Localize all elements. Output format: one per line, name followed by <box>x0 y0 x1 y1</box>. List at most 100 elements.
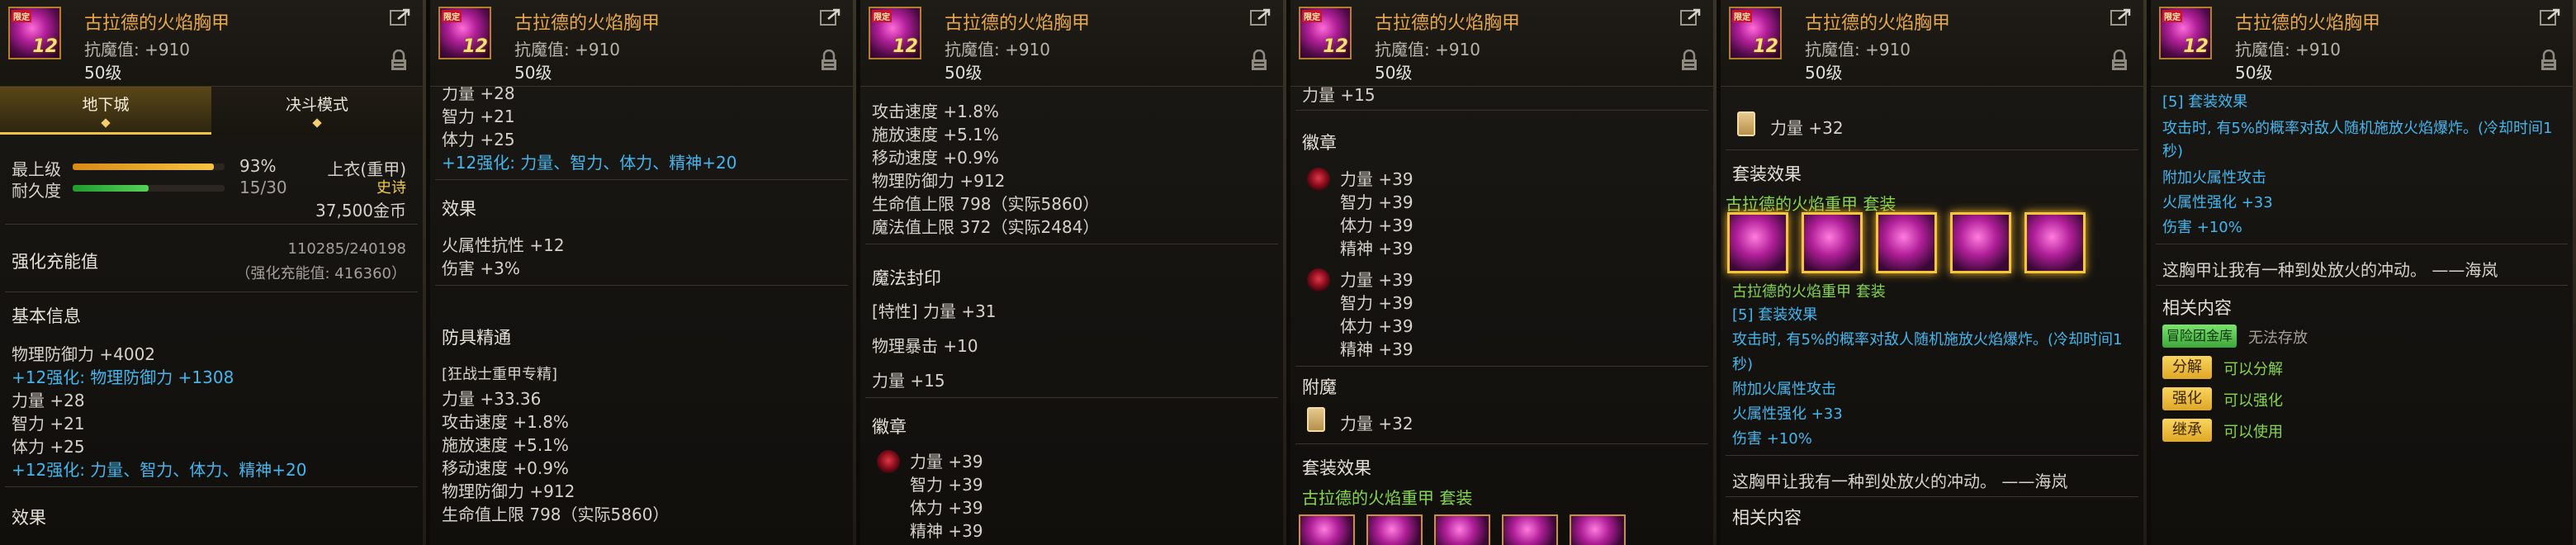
item-resist: 抗魔值: +910 <box>1805 40 1911 59</box>
inherit-button[interactable]: 继承 <box>2162 419 2212 442</box>
item-name: 古拉德的火焰胸甲 <box>1805 13 1951 34</box>
item-level: 50级 <box>2235 63 2273 83</box>
share-icon[interactable] <box>1250 8 1271 26</box>
item-header: 限定 12 古拉德的火焰胸甲 抗魔值: +910 50级 <box>430 0 856 87</box>
emblem-line: 力量 +39 <box>910 452 983 472</box>
enhance-badge: 12 <box>893 36 918 57</box>
emblem-line: 体力 +39 <box>910 498 983 518</box>
lock-icon[interactable] <box>2540 50 2558 71</box>
tooltip-body: [5] 套装效果 攻击时, 有5%的概率对敌人随机施放火焰爆炸。(冷却时间1 秒… <box>2151 87 2576 545</box>
mastery-line: 攻击速度 +1.8% <box>442 412 569 432</box>
enhance-button[interactable]: 强化 <box>2162 387 2212 410</box>
set-effect-heading: 套装效果 <box>1732 164 1802 184</box>
set-name: 古拉德的火焰重甲 套装 <box>1302 488 1473 508</box>
lock-icon[interactable] <box>2110 50 2129 71</box>
lock-icon[interactable] <box>390 50 408 71</box>
item-thumbnail: 限定 12 <box>2159 7 2212 59</box>
effects-heading: 效果 <box>12 508 46 528</box>
emblem-heading: 徽章 <box>1302 133 1337 153</box>
lock-icon[interactable] <box>1250 50 1268 71</box>
item-header: 限定 12 古拉德的火焰胸甲 抗魔值: +910 50级 <box>1290 0 1717 87</box>
enchant-card-icon <box>1307 407 1325 432</box>
item-header: 限定 12 古拉德的火焰胸甲 抗魔值: +910 50级 <box>2151 0 2576 87</box>
set-effect-heading: 套装效果 <box>1302 458 1371 478</box>
red-emblem-icon <box>1307 268 1330 291</box>
limited-tag: 限定 <box>442 10 462 22</box>
set-item-icon <box>1950 212 2011 273</box>
share-icon[interactable] <box>2540 8 2561 26</box>
lock-icon[interactable] <box>820 50 838 71</box>
item-thumbnail: 限定 12 <box>869 7 921 59</box>
adventure-vault-button[interactable]: 冒险团金库 <box>2162 325 2237 348</box>
set-5-desc: 攻击时, 有5%的概率对敌人随机施放火焰爆炸。(冷却时间1 <box>1732 331 2123 348</box>
share-icon[interactable] <box>2110 8 2132 26</box>
stat-line: 生命值上限 798（实际5860） <box>872 194 1100 214</box>
enhance-status: 可以强化 <box>2223 392 2283 410</box>
stat-line: 攻击速度 +1.8% <box>872 102 999 121</box>
set-line: 火属性强化 +33 <box>1732 405 1843 423</box>
max-level-label: 最上级 <box>12 159 61 179</box>
item-tooltip-panel-3: 限定 12 古拉德的火焰胸甲 抗魔值: +910 50级 攻击速度 +1.8% … <box>860 0 1286 545</box>
stat-line: +12强化: 力量、智力、体力、精神+20 <box>442 153 737 173</box>
limited-tag: 限定 <box>12 10 31 22</box>
limited-tag: 限定 <box>2162 10 2182 22</box>
item-header: 限定 12 古拉德的火焰胸甲 抗魔值: +910 50级 <box>860 0 1286 87</box>
tooltip-body: 攻击速度 +1.8% 施放速度 +5.1% 移动速度 +0.9% 物理防御力 +… <box>860 87 1286 545</box>
item-resist: 抗魔值: +910 <box>84 40 191 59</box>
stat-line: 魔法值上限 372（实际2484） <box>872 217 1100 237</box>
mastery-line: 移动速度 +0.9% <box>442 458 569 478</box>
set-item-icon <box>1366 514 1423 545</box>
share-icon[interactable] <box>820 8 841 26</box>
stat-line: +12强化: 物理防御力 +1308 <box>12 367 234 387</box>
emblem-line: 体力 +39 <box>1340 316 1413 336</box>
set-item-icon <box>1570 514 1626 545</box>
set-item-icon <box>1434 514 1490 545</box>
magic-seal-heading: 魔法封印 <box>872 268 941 288</box>
item-resist: 抗魔值: +910 <box>945 40 1051 59</box>
durability-bar <box>73 185 225 192</box>
stat-line: 智力 +21 <box>12 414 85 434</box>
stat-line: 体力 +25 <box>12 437 85 457</box>
item-tooltip-panel-6: 限定 12 古拉德的火焰胸甲 抗魔值: +910 50级 [5] 套装效果 攻击… <box>2151 0 2576 545</box>
basic-info-heading: 基本信息 <box>12 306 81 326</box>
disassemble-status: 可以分解 <box>2223 361 2283 378</box>
emblem-line: 精神 +39 <box>910 521 983 541</box>
max-level-bar <box>73 164 225 170</box>
lock-icon[interactable] <box>1680 50 1698 71</box>
share-icon[interactable] <box>1680 8 1702 26</box>
mastery-line: [狂战士重甲专精] <box>442 366 558 383</box>
seal-line: 力量 +15 <box>872 371 945 391</box>
disassemble-button[interactable]: 分解 <box>2162 356 2212 379</box>
effect-line: 火属性抗性 +12 <box>442 235 565 255</box>
enhance-badge: 12 <box>1323 36 1348 57</box>
limited-tag: 限定 <box>872 10 892 22</box>
share-icon[interactable] <box>390 8 411 26</box>
set-5-heading: [5] 套装效果 <box>2162 93 2248 111</box>
set-item-icon <box>1502 514 1558 545</box>
vault-status: 无法存放 <box>2248 329 2308 347</box>
set-5-desc: 秒) <box>2162 143 2184 160</box>
emblem-line: 力量 +39 <box>1340 270 1413 290</box>
mastery-line: 施放速度 +5.1% <box>442 435 569 455</box>
item-resist: 抗魔值: +910 <box>2235 40 2342 59</box>
enhance-badge: 12 <box>462 36 488 57</box>
durability-label: 耐久度 <box>12 181 61 201</box>
seal-line: [特性] 力量 +31 <box>872 301 997 321</box>
item-resist: 抗魔值: +910 <box>514 40 621 59</box>
set-line: 附加火属性攻击 <box>1732 381 1836 398</box>
set-line: 附加火属性攻击 <box>2162 169 2266 187</box>
inherit-status: 可以使用 <box>2223 424 2283 441</box>
mastery-line: 生命值上限 798（实际5860） <box>442 505 670 524</box>
mastery-heading: 防具精通 <box>442 328 511 348</box>
enhance-label: 强化充能值 <box>12 252 98 272</box>
item-name: 古拉德的火焰胸甲 <box>2235 13 2381 34</box>
stat-line: 力量 +15 <box>1302 87 1376 105</box>
tooltip-body: 力量 +28 智力 +21 体力 +25 +12强化: 力量、智力、体力、精神+… <box>430 87 856 545</box>
item-name: 古拉德的火焰胸甲 <box>1375 13 1521 34</box>
effect-line: 伤害 +3% <box>442 258 520 278</box>
limited-tag: 限定 <box>1302 10 1322 22</box>
item-level: 50级 <box>1805 63 1843 83</box>
mode-tabs: 地下城 决斗模式 <box>0 87 426 135</box>
set-item-icon <box>2024 212 2086 273</box>
effects-heading: 效果 <box>442 199 476 219</box>
